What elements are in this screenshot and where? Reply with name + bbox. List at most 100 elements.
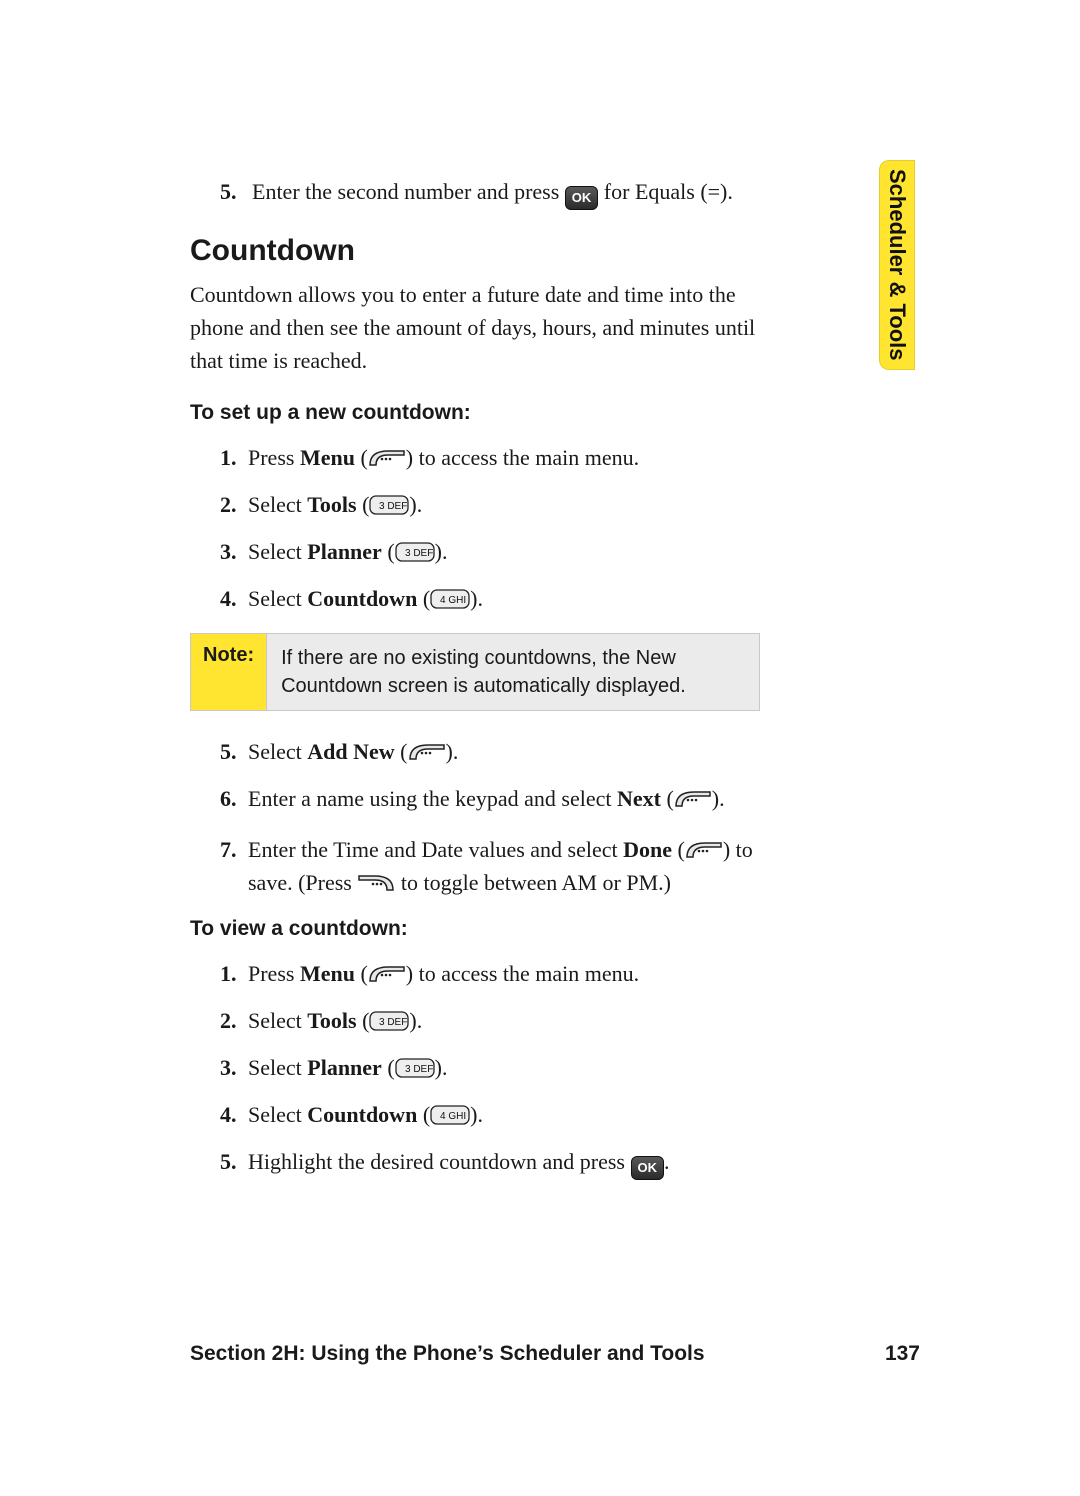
steps-view-list: 1.Press Menu () to access the main menu.… [190, 957, 760, 1180]
step-number: 3. [220, 1051, 248, 1084]
list-item: 2.Select Tools (3 DEF). [220, 488, 760, 521]
keypad-3-icon: 3 DEF [395, 1057, 435, 1079]
step-text: Enter the second number and press [252, 179, 565, 204]
svg-text:3 DEF: 3 DEF [379, 501, 407, 512]
step-text: . [664, 1149, 670, 1174]
list-item: 1.Press Menu () to access the main menu. [220, 957, 760, 990]
step-bold: Done [623, 837, 672, 862]
softkey-left-icon [408, 741, 446, 763]
step-body: Select Tools (3 DEF). [248, 488, 760, 521]
step-text: ). [470, 1102, 483, 1127]
step-body: Enter the Time and Date values and selec… [248, 833, 760, 899]
list-item: 5.Highlight the desired countdown and pr… [220, 1145, 760, 1180]
steps-setup-list-cont2: 7. Enter the Time and Date values and se… [190, 833, 760, 899]
list-item: 4.Select Countdown (4 GHI). [220, 1098, 760, 1131]
step-text: Select [248, 586, 307, 611]
step-bold: Menu [300, 445, 355, 470]
keypad-3-icon: 3 DEF [369, 1010, 409, 1032]
section-tab-label: Scheduler & Tools [884, 169, 910, 361]
step-bold: Tools [307, 492, 356, 517]
step-body: Highlight the desired countdown and pres… [248, 1145, 760, 1180]
step-text: ( [417, 586, 430, 611]
step-body: Enter a name using the keypad and select… [248, 782, 760, 815]
step-bold: Next [617, 786, 661, 811]
softkey-left-icon [368, 447, 406, 469]
step-text: ( [357, 1008, 370, 1033]
list-item: 1.Press Menu ( ) to access the main menu. [220, 441, 760, 474]
ok-key-icon: OK [565, 186, 599, 210]
note-text: If there are no existing countdowns, the… [267, 634, 759, 710]
step-number: 4. [220, 582, 248, 615]
step-number: 2. [220, 1004, 248, 1037]
step-bold: Add New [307, 739, 394, 764]
step-text: to toggle between AM or PM.) [395, 870, 671, 895]
list-item: 2.Select Tools (3 DEF). [220, 1004, 760, 1037]
step-body: Press Menu () to access the main menu. [248, 957, 760, 990]
list-item: 6.Enter a name using the keypad and sele… [220, 782, 760, 815]
step-body: Select Countdown (4 GHI). [248, 1098, 760, 1131]
list-item: 7. Enter the Time and Date values and se… [220, 833, 760, 899]
content-column: 5. Enter the second number and press OK … [190, 175, 760, 1180]
step-text: Select [248, 1102, 307, 1127]
keypad-3-icon: 3 DEF [395, 541, 435, 563]
step-text: ( [382, 539, 395, 564]
step-text: ( [417, 1102, 430, 1127]
step-text: ( [395, 739, 408, 764]
step-number: 5. [220, 735, 248, 768]
svg-text:4 GHI: 4 GHI [440, 595, 466, 606]
subheading-view: To view a countdown: [190, 917, 760, 941]
step-body: Select Countdown (4 GHI). [248, 582, 760, 615]
step-number: 1. [220, 441, 248, 474]
step-body: Select Add New (). [248, 735, 760, 768]
ok-key-icon: OK [631, 1156, 665, 1180]
step-number: 7. [220, 833, 248, 866]
step-body: Select Planner (3 DEF). [248, 1051, 760, 1084]
softkey-left-icon [368, 963, 406, 985]
step-text: ). [470, 586, 483, 611]
footer-section: Section 2H: Using the Phone’s Scheduler … [190, 1342, 705, 1366]
step-text: Select [248, 492, 307, 517]
keypad-4-icon: 4 GHI [430, 588, 470, 610]
step-bold: Tools [307, 1008, 356, 1033]
step-text: ). [446, 739, 459, 764]
note-box: Note: If there are no existing countdown… [190, 633, 760, 711]
intro-paragraph: Countdown allows you to enter a future d… [190, 278, 760, 377]
step-text: for Equals (=). [604, 179, 733, 204]
svg-text:4 GHI: 4 GHI [440, 1111, 466, 1122]
step-text: ) to access the main menu. [406, 445, 639, 470]
step-text: ( [661, 786, 674, 811]
step-text: ). [435, 1055, 448, 1080]
note-label: Note: [191, 634, 267, 710]
step-number: 3. [220, 535, 248, 568]
steps-setup-list-cont: 5.Select Add New ().6.Enter a name using… [190, 735, 760, 815]
step-bold: Countdown [307, 1102, 417, 1127]
step-text: ( [355, 445, 368, 470]
section-tab: Scheduler & Tools [879, 160, 915, 370]
section-heading: Countdown [190, 234, 760, 268]
step-text: ( [672, 837, 685, 862]
softkey-left-icon [685, 839, 723, 861]
step-body: Select Planner (3 DEF). [248, 535, 760, 568]
svg-text:3 DEF: 3 DEF [379, 1017, 407, 1028]
step-text: Press [248, 445, 300, 470]
step-text: ). [409, 492, 422, 517]
svg-text:3 DEF: 3 DEF [405, 1064, 433, 1075]
softkey-left-icon [674, 788, 712, 810]
keypad-3-icon: 3 DEF [369, 494, 409, 516]
manual-page: Scheduler & Tools 5. Enter the second nu… [0, 0, 1080, 1496]
step-text: Select [248, 539, 307, 564]
step-text: ) to access the main menu. [406, 961, 639, 986]
step-text: Select [248, 1008, 307, 1033]
step-text: ( [355, 961, 368, 986]
step-text: Select [248, 739, 307, 764]
step-text: ). [435, 539, 448, 564]
step-text: ). [712, 786, 725, 811]
svg-text:3 DEF: 3 DEF [405, 548, 433, 559]
steps-setup-list: 1.Press Menu ( ) to access the main menu.… [190, 441, 760, 615]
step-bold: Countdown [307, 586, 417, 611]
step-text: ( [357, 492, 370, 517]
step-number: 5. [220, 179, 237, 204]
step-bold: Planner [307, 539, 382, 564]
step-text: Enter the Time and Date values and selec… [248, 837, 623, 862]
step-number: 2. [220, 488, 248, 521]
